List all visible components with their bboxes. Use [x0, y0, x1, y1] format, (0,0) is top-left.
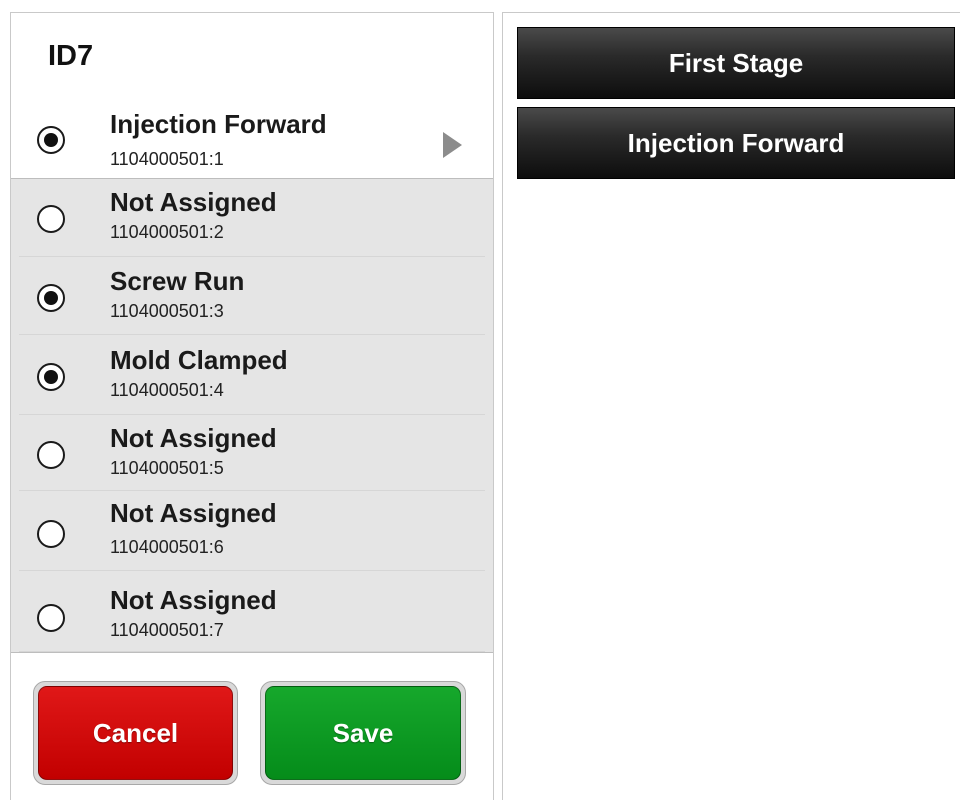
- item-code: 1104000501:2: [110, 222, 224, 242]
- item-label: Screw Run: [110, 266, 245, 296]
- radio-checked-icon[interactable]: [37, 126, 65, 154]
- list-item[interactable]: Not Assigned 1104000501:6: [11, 491, 493, 571]
- footer: Cancel Save: [11, 652, 493, 800]
- item-label: Not Assigned: [110, 423, 277, 453]
- list-item[interactable]: Not Assigned 1104000501:5: [11, 415, 493, 491]
- item-code: 1104000501:6: [110, 537, 224, 557]
- panel-title: ID7: [48, 40, 94, 72]
- list-item[interactable]: Not Assigned 1104000501:7: [11, 571, 493, 652]
- assignment-list: Injection Forward 1104000501:1 Not Assig…: [11, 99, 493, 652]
- radio-checked-icon[interactable]: [37, 363, 65, 391]
- injection-forward-button[interactable]: Injection Forward: [517, 107, 955, 179]
- radio-dot: [44, 370, 58, 384]
- item-label: Not Assigned: [110, 187, 277, 217]
- cancel-button-frame: Cancel: [33, 681, 238, 785]
- assignment-panel: ID7 Injection Forward 1104000501:1 Not A…: [10, 12, 494, 800]
- list-item[interactable]: Mold Clamped 1104000501:4: [11, 335, 493, 415]
- radio-dot: [44, 291, 58, 305]
- radio-unchecked-icon[interactable]: [37, 441, 65, 469]
- save-button-frame: Save: [260, 681, 466, 785]
- save-button[interactable]: Save: [265, 686, 461, 780]
- item-label: Not Assigned: [110, 585, 277, 615]
- first-stage-button[interactable]: First Stage: [517, 27, 955, 99]
- radio-checked-icon[interactable]: [37, 284, 65, 312]
- detail-panel: First Stage Injection Forward: [502, 12, 960, 800]
- item-code: 1104000501:1: [110, 149, 224, 169]
- chevron-right-icon[interactable]: [443, 132, 462, 158]
- item-code: 1104000501:5: [110, 458, 224, 478]
- radio-unchecked-icon[interactable]: [37, 604, 65, 632]
- item-code: 1104000501:3: [110, 301, 224, 321]
- item-label: Injection Forward: [110, 109, 327, 139]
- item-label: Mold Clamped: [110, 345, 288, 375]
- panel-header: ID7: [11, 13, 493, 100]
- list-item[interactable]: Screw Run 1104000501:3: [11, 257, 493, 335]
- item-code: 1104000501:7: [110, 620, 224, 640]
- cancel-button[interactable]: Cancel: [38, 686, 233, 780]
- item-label: Not Assigned: [110, 498, 277, 528]
- list-item[interactable]: Not Assigned 1104000501:2: [11, 179, 493, 257]
- list-item-selected[interactable]: Injection Forward 1104000501:1: [11, 99, 493, 179]
- item-code: 1104000501:4: [110, 380, 224, 400]
- radio-unchecked-icon[interactable]: [37, 205, 65, 233]
- radio-dot: [44, 133, 58, 147]
- radio-unchecked-icon[interactable]: [37, 520, 65, 548]
